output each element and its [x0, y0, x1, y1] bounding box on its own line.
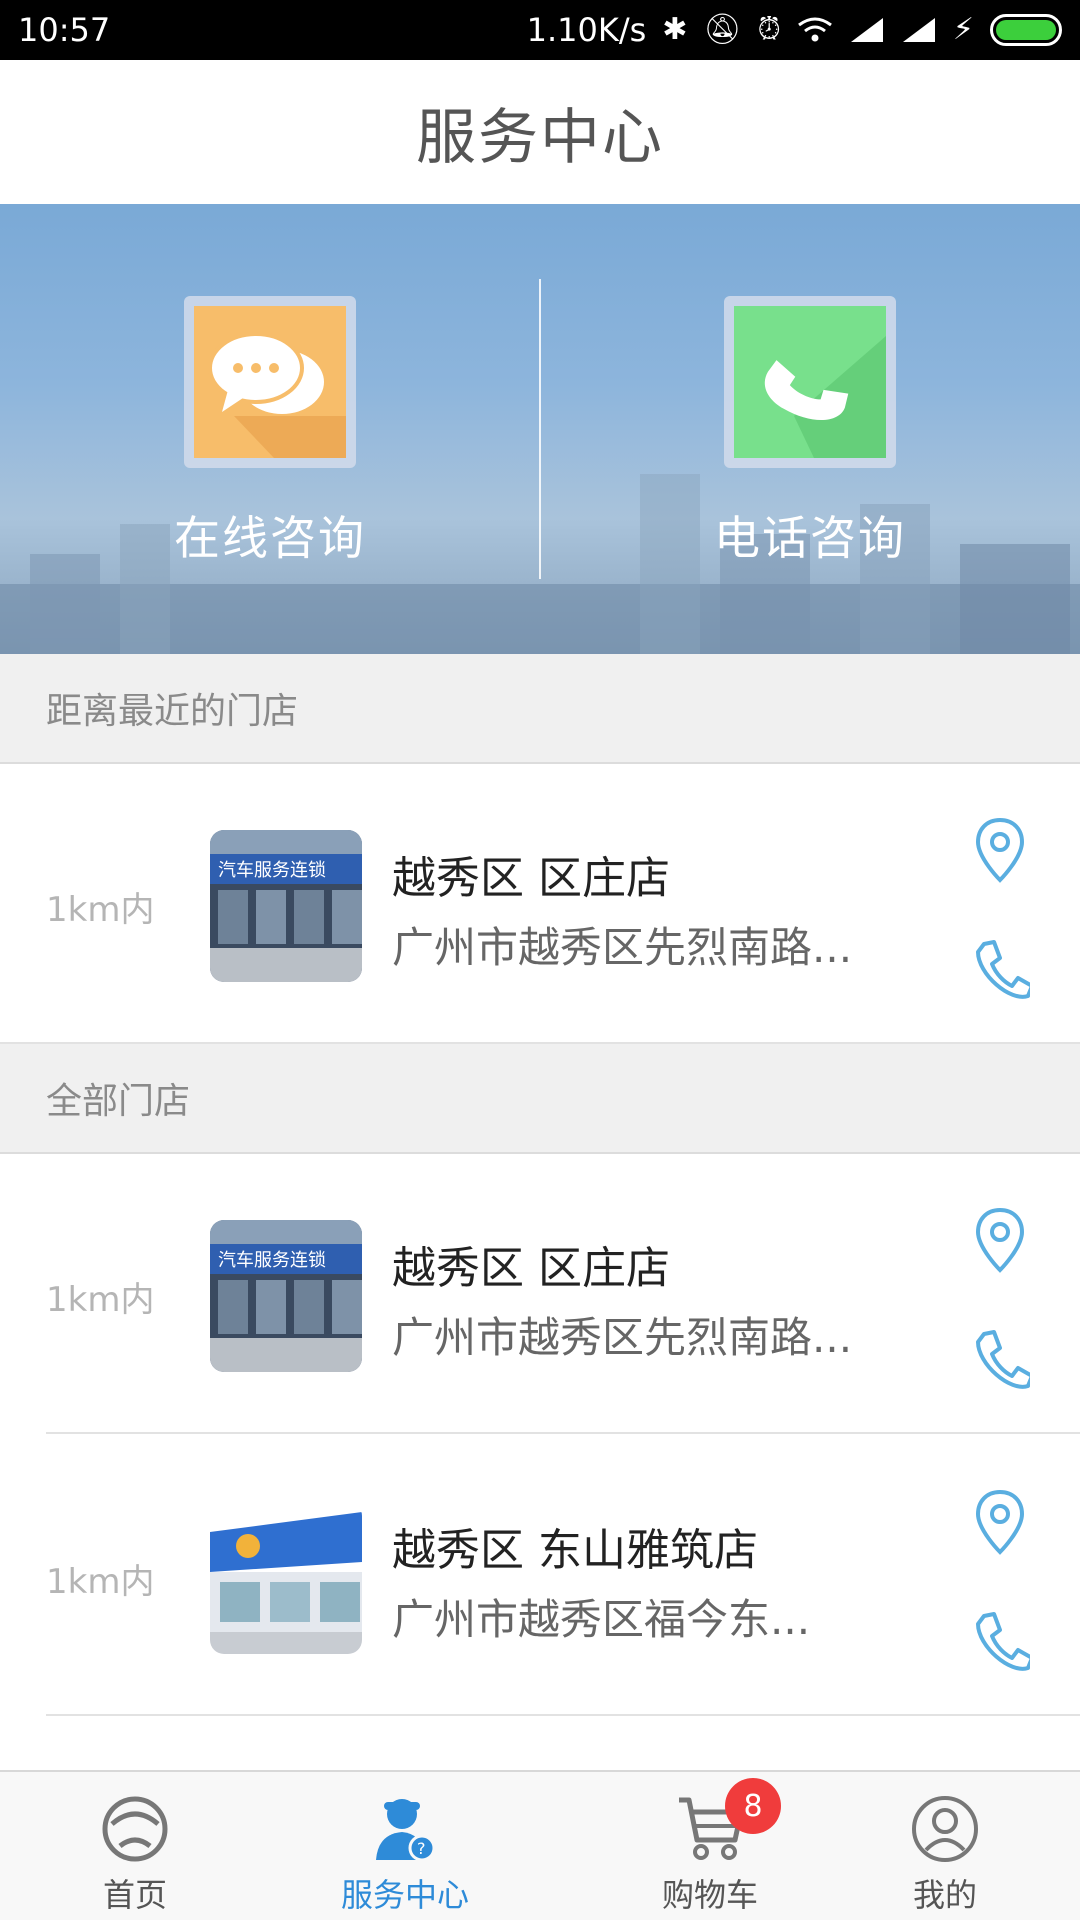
section-header-all: 全部门店	[0, 1044, 1080, 1154]
cart-count-badge: 8	[725, 1778, 781, 1834]
store-address: 广州市越秀区福今东...	[392, 1595, 811, 1644]
status-bar: 10:57 1.10K/s ✱ 🔕︎ ⏰︎ ⚡︎	[0, 0, 1080, 60]
chat-bubbles-icon	[194, 306, 346, 458]
section-title: 全部门店	[46, 1081, 191, 1122]
bottom-nav: 首页 ? 服务中心 8 购物车 我的	[0, 1770, 1080, 1920]
phone-handset-icon	[734, 306, 886, 458]
store-name: 越秀区 区庄店	[392, 1243, 670, 1294]
phone-consult-button[interactable]: 电话咨询	[660, 296, 960, 568]
nav-home[interactable]: 首页	[80, 1772, 190, 1920]
online-consult-label: 在线咨询	[174, 511, 366, 565]
store-distance: 1km内	[46, 1562, 155, 1602]
nav-mine-label: 我的	[912, 1876, 977, 1914]
signal-icon	[850, 18, 883, 42]
nav-cart[interactable]: 8 购物车	[650, 1772, 781, 1920]
svg-text:?: ?	[417, 1839, 426, 1858]
service-banner: 在线咨询 电话咨询	[0, 204, 1080, 654]
svg-text:汽车服务连锁: 汽车服务连锁	[218, 860, 326, 881]
alarm-icon: ⏰︎	[757, 12, 781, 47]
signal-icon	[902, 18, 935, 42]
charging-icon: ⚡︎	[952, 12, 974, 47]
svg-text:汽车服务连锁: 汽车服务连锁	[218, 1250, 326, 1271]
store-item[interactable]: 1km内 越秀区 东山雅筑店 广州市越秀区福今东...	[0, 1436, 1080, 1716]
phone-consult-tile	[724, 296, 896, 468]
store-address: 广州市越秀区先烈南路...	[392, 923, 853, 972]
nav-mine[interactable]: 我的	[890, 1772, 1000, 1920]
location-pin-icon[interactable]	[970, 1488, 1030, 1558]
store-distance: 1km内	[46, 1280, 155, 1320]
bluetooth-icon: ✱	[662, 12, 688, 47]
store-address: 广州市越秀区先烈南路...	[392, 1313, 853, 1362]
nav-cart-label: 购物车	[661, 1876, 758, 1914]
wifi-icon	[798, 17, 832, 42]
store-photo	[210, 1502, 362, 1654]
home-logo-icon	[100, 1794, 170, 1864]
location-pin-icon[interactable]	[970, 816, 1030, 886]
divider	[46, 1432, 1080, 1434]
status-icons: 1.10K/s ✱ 🔕︎ ⏰︎ ⚡︎	[527, 11, 1062, 49]
shopping-cart-icon: 8	[675, 1778, 781, 1864]
online-consult-button[interactable]: 在线咨询	[120, 296, 420, 568]
store-item[interactable]: 1km内 汽车服务连锁 越秀区 区庄店 广州市越秀区先烈南路...	[0, 764, 1080, 1044]
user-profile-icon	[910, 1794, 980, 1864]
section-title: 距离最近的门店	[46, 691, 299, 732]
bell-off-icon: 🔕︎	[703, 12, 742, 47]
phone-consult-label: 电话咨询	[714, 511, 906, 565]
store-distance: 1km内	[46, 890, 155, 930]
banner-divider	[539, 279, 541, 579]
section-header-nearest: 距离最近的门店	[0, 654, 1080, 764]
store-name: 越秀区 东山雅筑店	[392, 1525, 758, 1576]
nav-home-label: 首页	[102, 1876, 167, 1914]
store-photo: 汽车服务连锁	[210, 1220, 362, 1372]
phone-icon[interactable]	[970, 1324, 1034, 1394]
battery-level	[996, 20, 1056, 40]
store-item[interactable]: 1km内 汽车服务连锁 越秀区 区庄店 广州市越秀区先烈南路...	[0, 1154, 1080, 1434]
location-pin-icon[interactable]	[970, 1206, 1030, 1276]
nav-service-center-label: 服务中心	[340, 1876, 469, 1914]
phone-icon[interactable]	[970, 934, 1034, 1004]
store-photo: 汽车服务连锁	[210, 830, 362, 982]
service-agent-icon: ?	[370, 1794, 440, 1864]
divider	[46, 1714, 1080, 1716]
nav-service-center[interactable]: ? 服务中心	[330, 1772, 480, 1920]
phone-icon[interactable]	[970, 1606, 1034, 1676]
online-consult-tile	[184, 296, 356, 468]
store-name: 越秀区 区庄店	[392, 853, 670, 904]
title-bar: 服务中心	[0, 60, 1080, 204]
battery-icon	[990, 14, 1062, 46]
page-title: 服务中心	[416, 102, 664, 173]
net-speed: 1.10K/s	[526, 11, 647, 49]
status-time: 10:57	[18, 11, 111, 49]
